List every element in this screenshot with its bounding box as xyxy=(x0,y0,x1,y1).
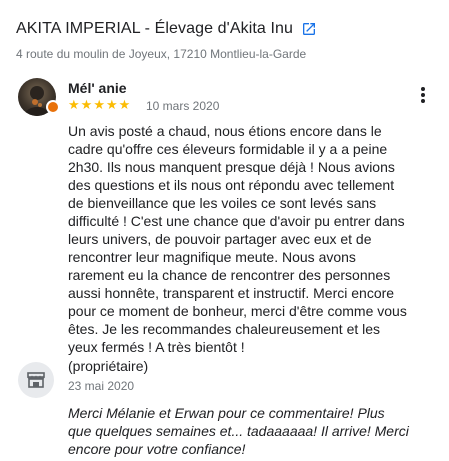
review-date: 10 mars 2020 xyxy=(146,99,220,113)
storefront-icon xyxy=(18,362,54,398)
review-text: Un avis posté a chaud, nous étions encor… xyxy=(68,123,407,355)
local-guide-badge xyxy=(46,100,60,114)
business-title: AKITA IMPERIAL - Élevage d'Akita Inu xyxy=(16,20,293,37)
star-icon: ★ xyxy=(80,97,93,112)
more-vert-icon[interactable] xyxy=(418,86,428,104)
star-rating: ★ ★ ★ ★ ★ xyxy=(68,98,130,112)
owner-response-text: Merci Mélanie et Erwan pour ce commentai… xyxy=(68,405,409,457)
owner-label: (propriétaire) xyxy=(68,358,149,374)
star-icon: ★ xyxy=(93,97,105,112)
business-title-row: AKITA IMPERIAL - Élevage d'Akita Inu xyxy=(16,20,439,38)
local-guide-badge-icon xyxy=(48,102,58,112)
owner-response-date: 23 mai 2020 xyxy=(68,379,135,393)
review-page: AKITA IMPERIAL - Élevage d'Akita Inu 4 r… xyxy=(0,0,449,461)
star-icon: ★ xyxy=(118,97,131,112)
open-in-new-icon[interactable] xyxy=(301,21,317,37)
star-icon: ★ xyxy=(68,97,80,112)
business-address: 4 route du moulin de Joyeux, 17210 Montl… xyxy=(16,47,307,61)
star-icon: ★ xyxy=(105,97,118,112)
business-header: AKITA IMPERIAL - Élevage d'Akita Inu 4 r… xyxy=(16,20,439,61)
reviewer-name[interactable]: Mél' anie xyxy=(68,80,127,96)
